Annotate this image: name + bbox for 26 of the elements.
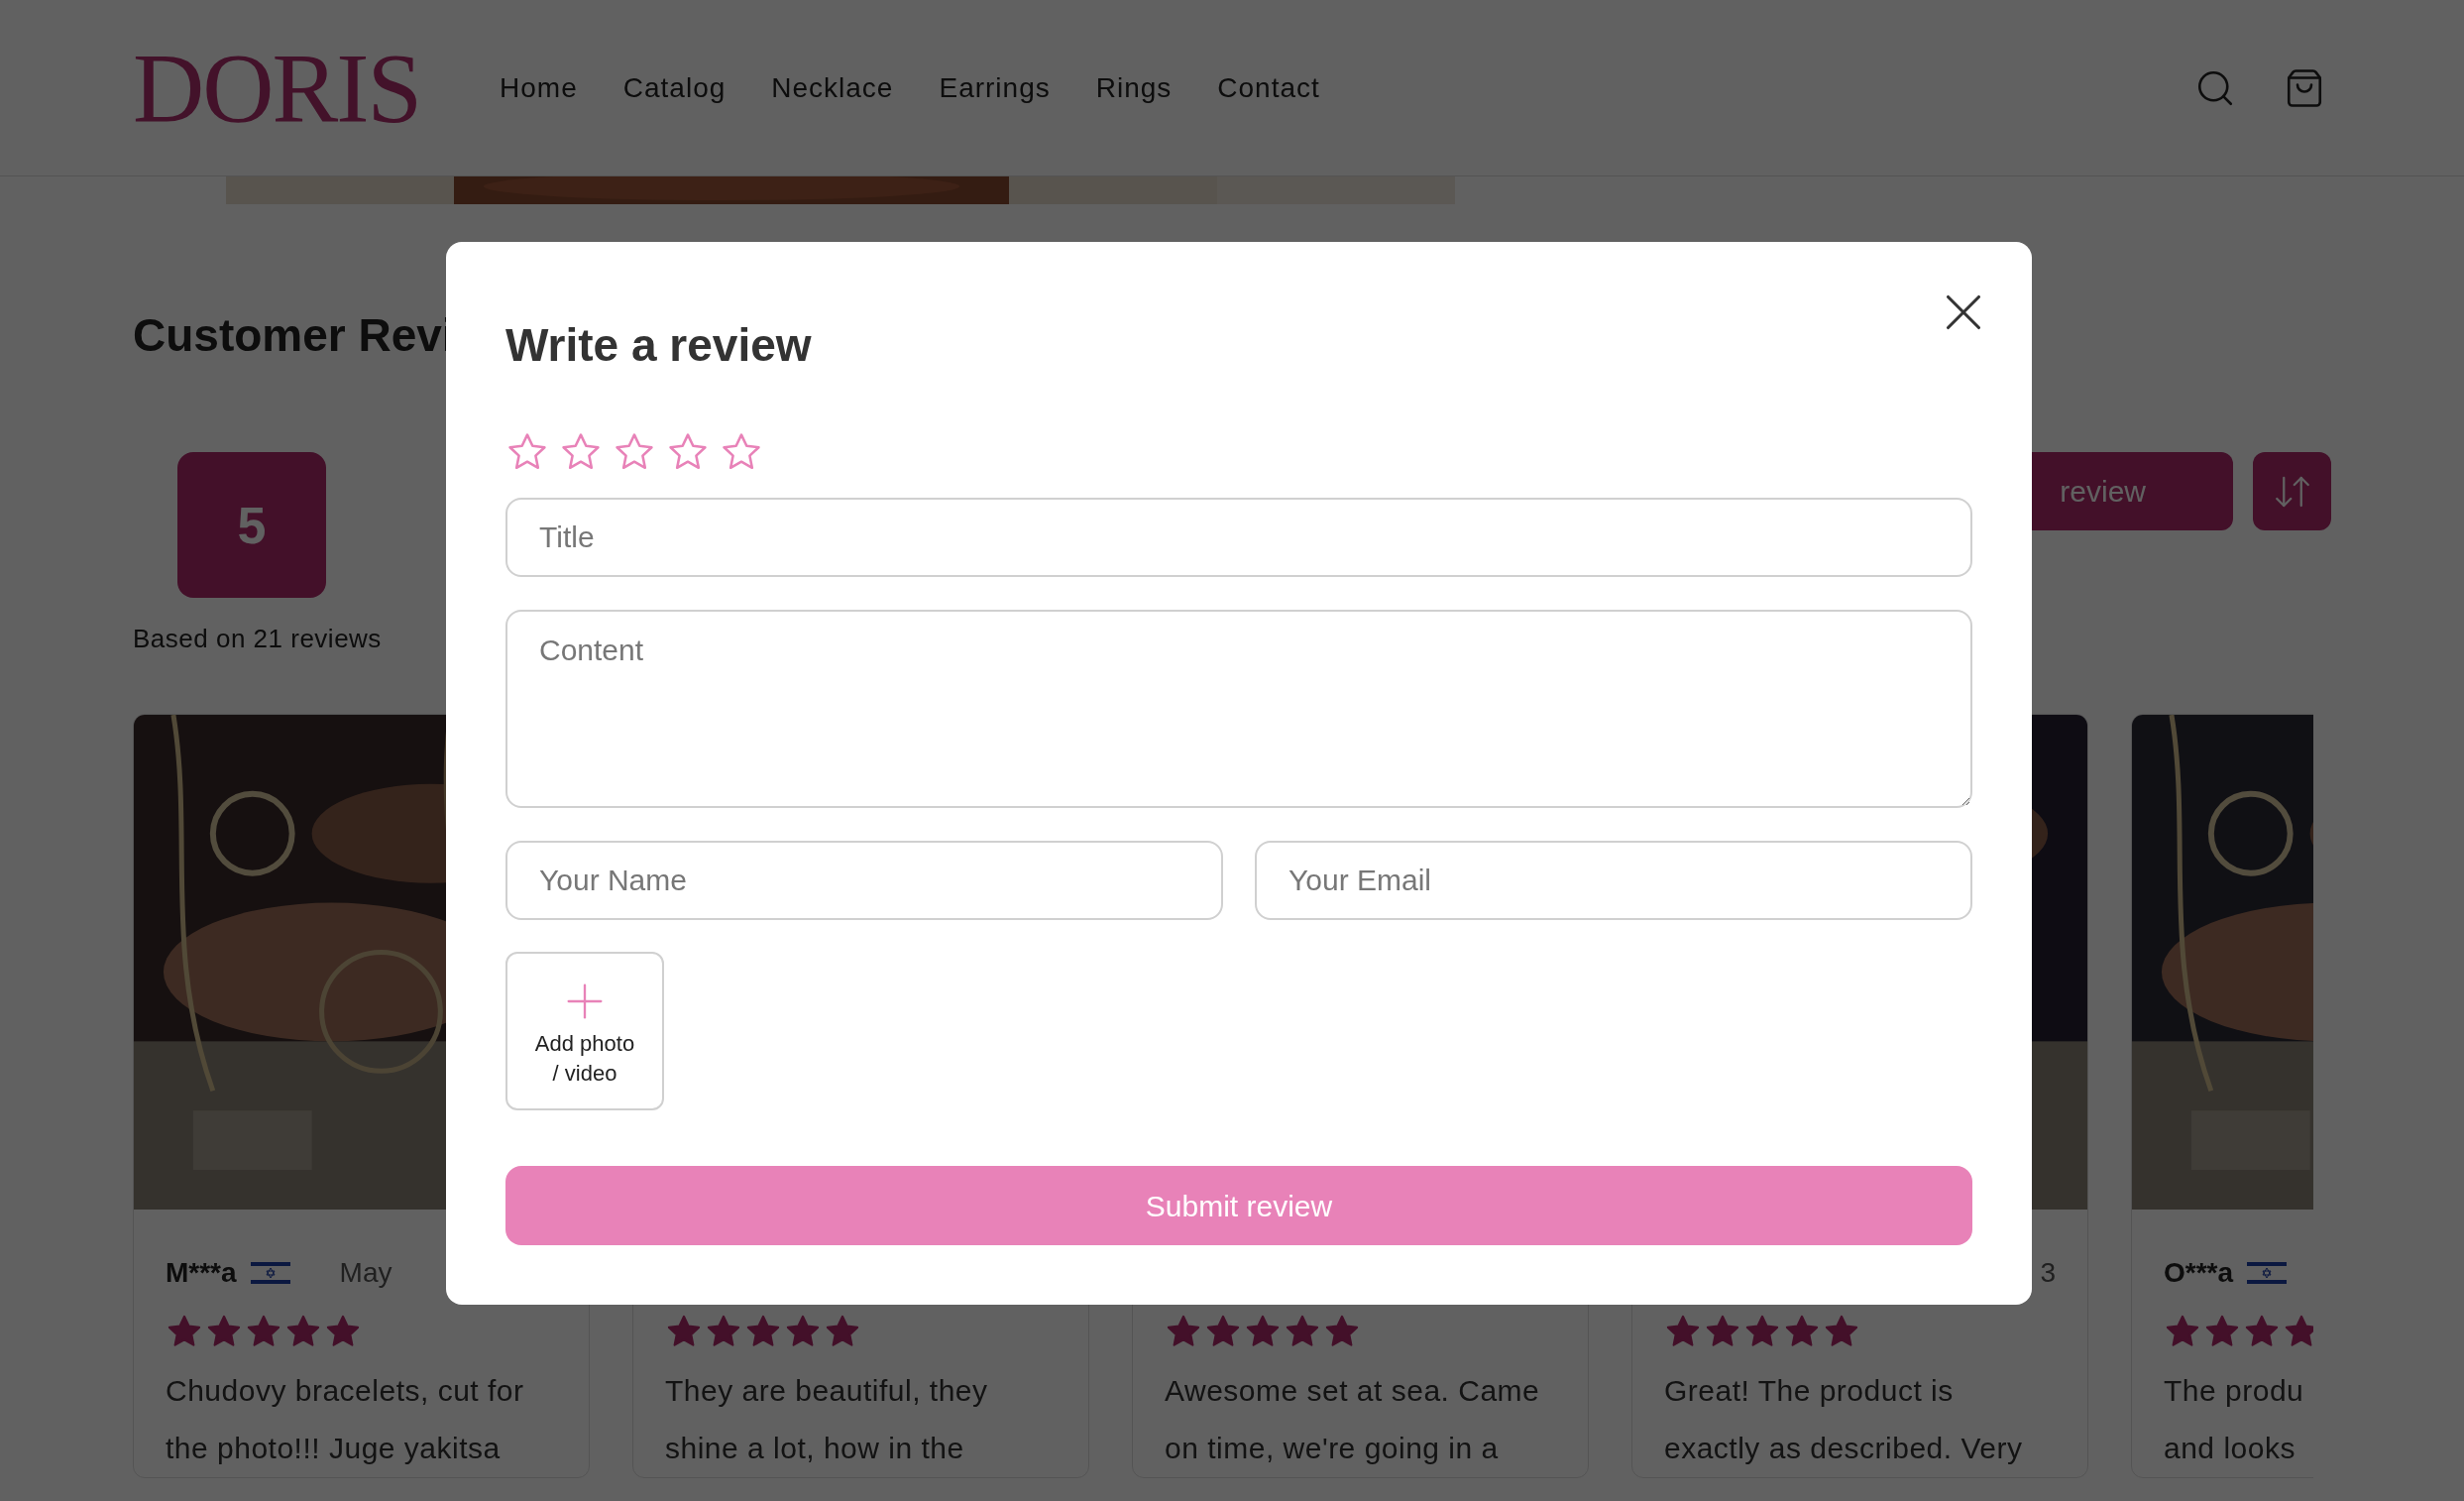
dialog-title: Write a review (505, 318, 813, 373)
score-badge: 5 (177, 452, 326, 598)
content-field[interactable]: Content (505, 610, 1972, 808)
reviewer-name: O***a (2164, 1256, 2234, 1290)
nav-link[interactable]: Home (500, 66, 578, 109)
review-date: 3 (2040, 1256, 2056, 1290)
name-field[interactable]: Your Name (505, 841, 1223, 920)
nav-link[interactable]: Rings (1095, 66, 1173, 109)
logo[interactable]: DORIS (133, 38, 421, 138)
nav-link[interactable]: Catalog (622, 66, 727, 109)
review-date: May (339, 1256, 392, 1290)
review-count: Based on 21 reviews (133, 623, 382, 655)
email-field[interactable]: Your Email (1255, 841, 1972, 920)
review-text: Great! The product is exactly as described. Very (1664, 1373, 2023, 1466)
title-field[interactable]: Title (505, 498, 1972, 577)
upload-button[interactable]: Add photo / video (505, 952, 664, 1110)
sort-button[interactable] (2253, 452, 2331, 530)
review-text: The produ and looks (2164, 1373, 2304, 1466)
submit-button[interactable]: Submit review (505, 1166, 1972, 1245)
review-text: Awesome set at sea. Came on time, we're going in a (1165, 1373, 1540, 1466)
nav-link[interactable]: Earrings (939, 66, 1051, 109)
review-text: Chudovy bracelets, cut for the photo!!! Juge yakitsa (166, 1373, 524, 1466)
review-text: They are beautiful, they shine a lot, how in the (665, 1373, 988, 1466)
reviewer-name: M***a (166, 1256, 237, 1290)
nav-link[interactable]: Contact (1217, 66, 1320, 109)
nav-link[interactable]: Necklace (771, 66, 894, 109)
